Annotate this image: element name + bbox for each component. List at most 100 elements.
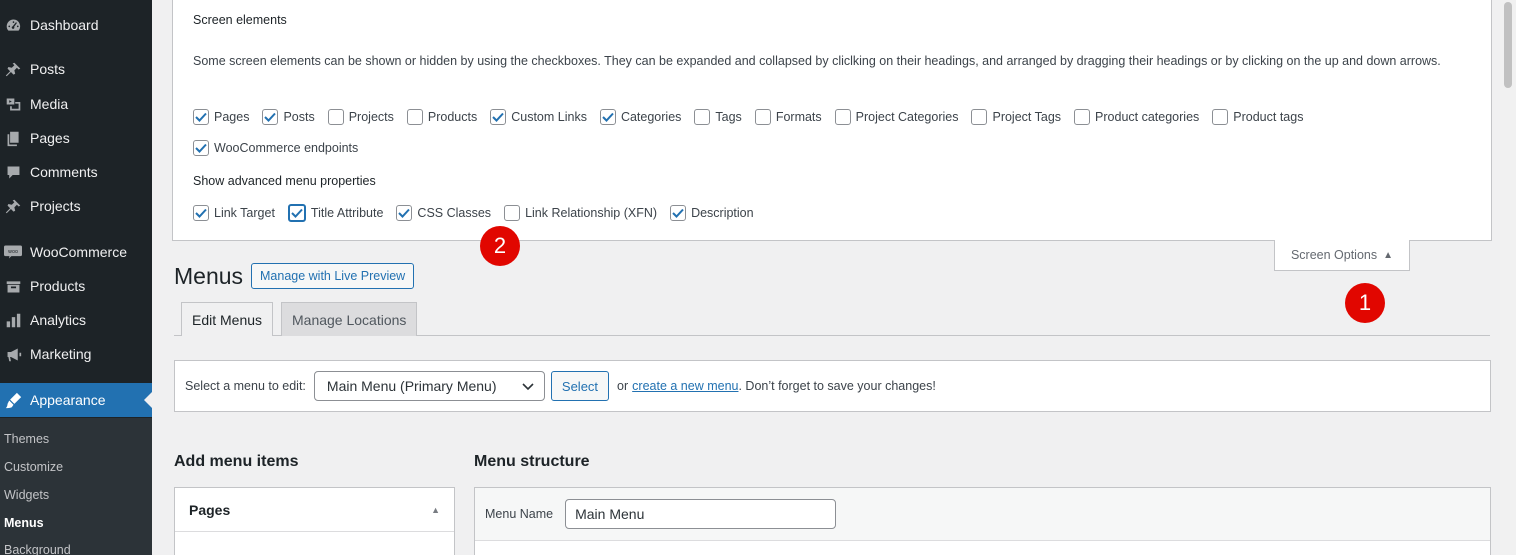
checkbox-option[interactable]: Custom Links xyxy=(490,109,587,125)
submenu-themes[interactable]: Themes xyxy=(4,432,49,446)
page-scrollbar[interactable] xyxy=(1500,0,1516,555)
sidebar-item-media[interactable]: Media xyxy=(0,87,152,121)
sidebar-item-projects[interactable]: Projects xyxy=(0,189,152,223)
pages-accordion-header[interactable]: Pages ▲ xyxy=(175,488,454,532)
sidebar-item-pages[interactable]: Pages xyxy=(0,121,152,155)
checkbox-option[interactable]: Link Target xyxy=(193,205,275,221)
tab-manage-locations[interactable]: Manage Locations xyxy=(281,302,418,336)
checkbox-label: Projects xyxy=(348,110,394,124)
pages-accordion: Pages ▲ xyxy=(174,487,455,555)
checkbox-option[interactable]: Products xyxy=(406,109,478,125)
screen-options-label: Screen Options xyxy=(1290,248,1378,262)
chevron-down-icon xyxy=(522,378,534,394)
checkbox-option[interactable]: Projects xyxy=(327,109,394,125)
svg-text:woo: woo xyxy=(8,249,18,255)
create-new-menu-link[interactable]: create a new menu xyxy=(632,379,738,393)
select-button[interactable]: Select xyxy=(550,371,610,401)
screen-elements-row: Pages Posts Projects Products Custom Links Ca… xyxy=(193,109,1316,125)
menu-select-bar: Select a menu to edit: Main Menu (Primar… xyxy=(174,360,1491,412)
checkbox-option[interactable]: Link Relationship (XFN) xyxy=(504,205,657,221)
sidebar-item-label: WooCommerce xyxy=(30,244,127,260)
sidebar-item-label: Pages xyxy=(30,130,70,146)
scrollbar-thumb[interactable] xyxy=(1504,2,1512,88)
sidebar-item-dashboard[interactable]: Dashboard xyxy=(0,8,152,42)
checkbox-option[interactable]: WooCommerce endpoints xyxy=(193,140,358,156)
appearance-submenu: Themes Customize Widgets Menus Backgroun… xyxy=(0,418,152,555)
submenu-customize[interactable]: Customize xyxy=(4,460,63,474)
sidebar-item-analytics[interactable]: Analytics xyxy=(0,303,152,337)
sidebar-item-comments[interactable]: Comments xyxy=(0,155,152,189)
checkbox-unchecked[interactable] xyxy=(694,109,711,125)
submenu-menus[interactable]: Menus xyxy=(4,516,44,530)
checkbox-label: Description xyxy=(691,206,754,220)
checkbox-option[interactable]: Project Tags xyxy=(971,109,1061,125)
caret-up-icon: ▲ xyxy=(1383,249,1394,261)
checkbox-checked[interactable] xyxy=(262,109,279,125)
sidebar-item-products[interactable]: Products xyxy=(0,269,152,303)
checkbox-option[interactable]: Formats xyxy=(754,109,822,125)
pin-icon xyxy=(3,197,23,215)
submenu-background[interactable]: Background xyxy=(4,543,71,555)
checkbox-unchecked[interactable] xyxy=(406,109,423,125)
checkbox-unchecked[interactable] xyxy=(327,109,344,125)
checkbox-label: Project Tags xyxy=(992,110,1062,124)
checkbox-label: Products xyxy=(427,110,478,124)
pin-icon xyxy=(3,60,23,78)
sidebar-item-label: Comments xyxy=(30,164,98,180)
checkbox-unchecked[interactable] xyxy=(971,109,988,125)
checkbox-option[interactable]: CSS Classes xyxy=(396,205,491,221)
checkbox-checked[interactable] xyxy=(599,109,616,125)
checkbox-checked[interactable] xyxy=(490,109,507,125)
checkbox-option[interactable]: Title Attribute xyxy=(287,204,383,222)
checkbox-label: Custom Links xyxy=(511,110,587,124)
checkbox-option[interactable]: Tags xyxy=(694,109,742,125)
menu-name-label: Menu Name xyxy=(485,507,554,521)
checkbox-label: Project Categories xyxy=(855,110,959,124)
checkbox-unchecked[interactable] xyxy=(1212,109,1229,125)
checkbox-label: Product categories xyxy=(1095,110,1200,124)
sidebar-item-label: Appearance xyxy=(30,392,106,408)
checkbox-unchecked[interactable] xyxy=(754,109,771,125)
checkbox-option[interactable]: Posts xyxy=(262,109,315,125)
tab-edit-menus[interactable]: Edit Menus xyxy=(181,302,274,336)
sidebar-item-marketing[interactable]: Marketing xyxy=(0,337,152,371)
sidebar-item-posts[interactable]: Posts xyxy=(0,52,152,86)
checkbox-option[interactable]: Product tags xyxy=(1212,109,1303,125)
checkbox-unchecked[interactable] xyxy=(834,109,851,125)
checkbox-label: WooCommerce endpoints xyxy=(214,141,359,155)
select-menu-label: Select a menu to edit: xyxy=(185,379,306,393)
checkbox-checked[interactable] xyxy=(193,205,209,221)
checkbox-checked[interactable] xyxy=(193,140,209,156)
comments-icon xyxy=(3,163,23,181)
sidebar-item-woocommerce[interactable]: woo WooCommerce xyxy=(0,235,152,269)
checkbox-label: Link Relationship (XFN) xyxy=(525,206,658,220)
checkbox-unchecked[interactable] xyxy=(1074,109,1091,125)
checkbox-label: Pages xyxy=(214,110,250,124)
pages-icon xyxy=(3,129,23,147)
submenu-widgets[interactable]: Widgets xyxy=(4,488,49,502)
checkbox-option[interactable]: Pages xyxy=(193,109,249,125)
menu-name-input[interactable] xyxy=(565,499,837,529)
checkbox-option[interactable]: Project Categories xyxy=(834,109,959,125)
menu-select-dropdown[interactable]: Main Menu (Primary Menu) xyxy=(313,371,545,401)
active-indicator xyxy=(144,392,152,408)
sidebar-item-appearance[interactable]: Appearance xyxy=(0,383,152,417)
marker-1: 1 xyxy=(1345,283,1385,323)
sidebar-item-label: Products xyxy=(30,278,86,294)
pages-accordion-title: Pages xyxy=(189,501,231,518)
marker-2: 2 xyxy=(480,226,520,266)
save-reminder-text: . Don’t forget to save your changes! xyxy=(738,379,936,393)
checkbox-checked[interactable] xyxy=(287,204,306,222)
menu-structure-box: Menu Name xyxy=(474,487,1491,555)
checkbox-option[interactable]: Product categories xyxy=(1074,109,1199,125)
checkbox-option[interactable]: Categories xyxy=(599,109,681,125)
checkbox-checked[interactable] xyxy=(670,205,687,221)
checkbox-checked[interactable] xyxy=(193,109,209,125)
checkbox-unchecked[interactable] xyxy=(504,205,521,221)
admin-sidebar: Dashboard Posts Media Pages Comments Pro… xyxy=(0,0,152,555)
checkbox-option[interactable]: Description xyxy=(670,205,754,221)
checkbox-checked[interactable] xyxy=(396,205,413,221)
screen-elements-row: WooCommerce endpoints xyxy=(193,140,371,156)
manage-live-preview-button[interactable]: Manage with Live Preview xyxy=(251,263,415,289)
screen-options-button[interactable]: Screen Options ▲ xyxy=(1274,240,1410,271)
